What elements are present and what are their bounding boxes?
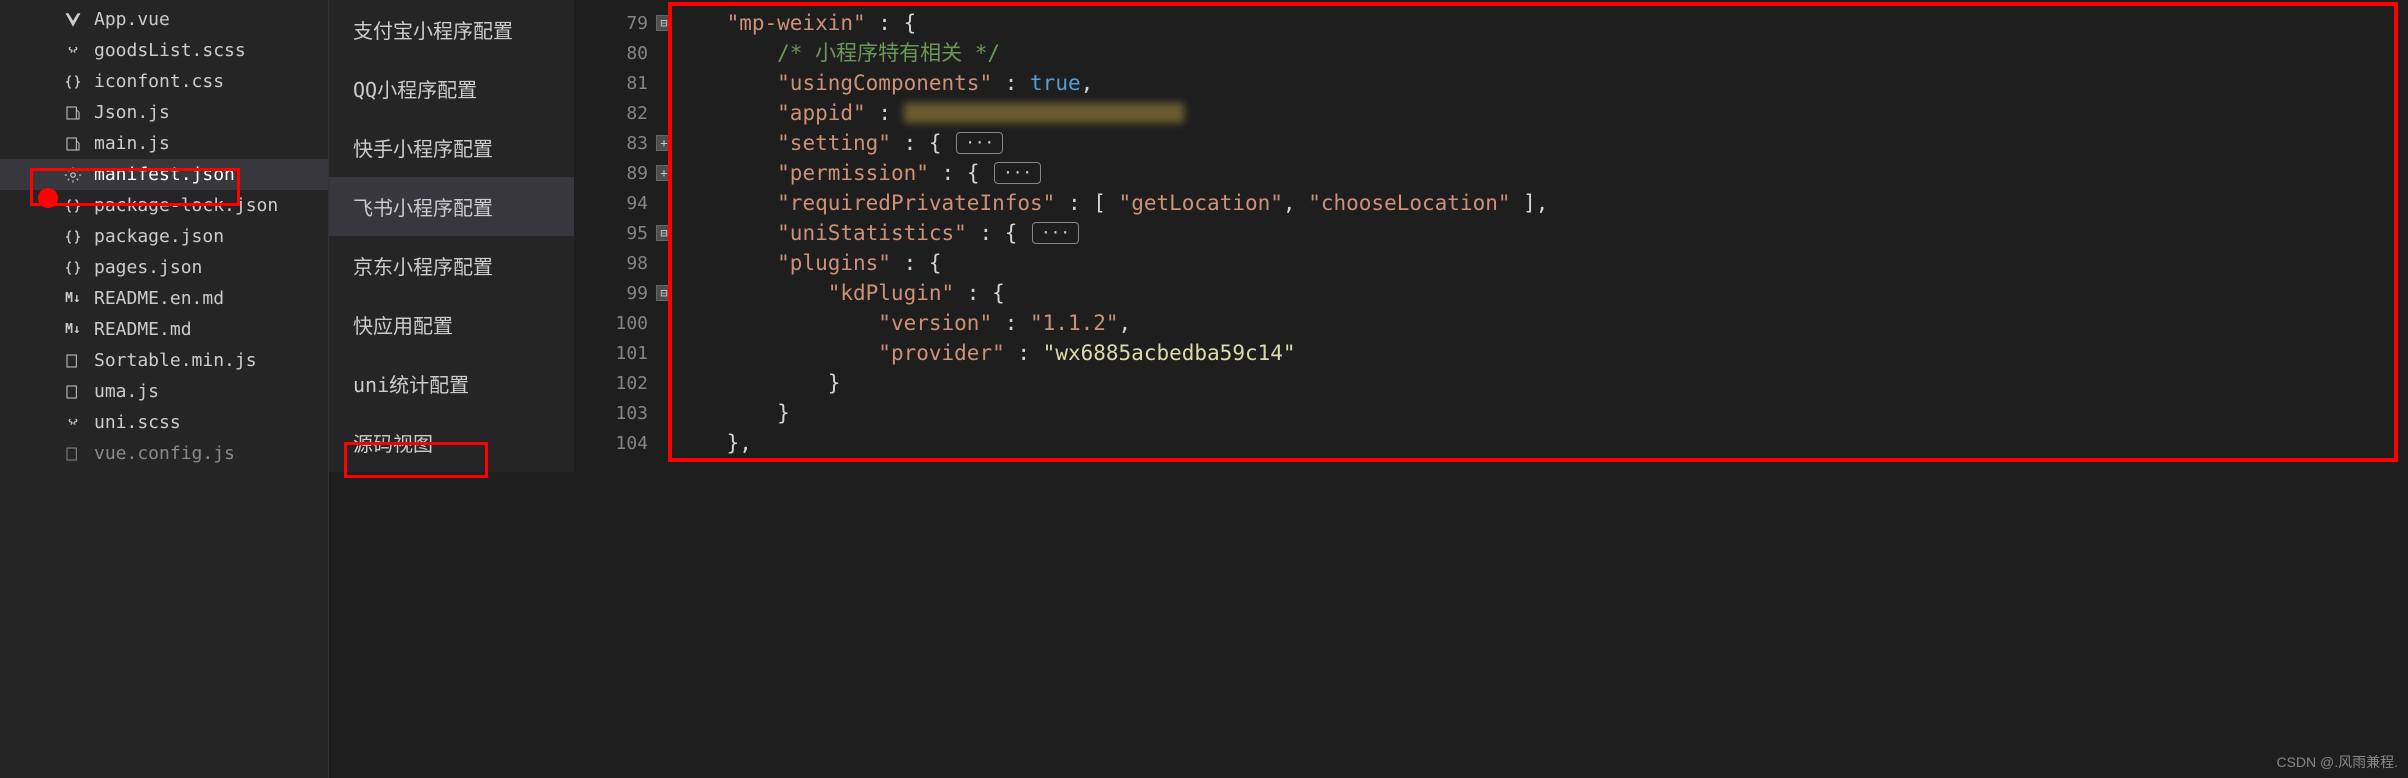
file-label: vue.config.js <box>94 443 235 464</box>
file-label: App.vue <box>94 9 170 30</box>
js-icon <box>62 133 84 155</box>
annotation-box <box>30 168 240 206</box>
file-label: README.en.md <box>94 288 224 309</box>
js-icon <box>62 350 84 372</box>
file-item-app-vue[interactable]: App.vue <box>0 4 328 35</box>
config-feishu[interactable]: 飞书小程序配置 <box>329 177 574 236</box>
annotation-dot <box>38 188 58 208</box>
file-item-iconfont[interactable]: iconfont.css <box>0 66 328 97</box>
vue-icon <box>62 9 84 31</box>
config-unistat[interactable]: uni统计配置 <box>329 354 574 413</box>
watermark: CSDN @.风雨兼程. <box>2276 752 2398 772</box>
js-icon <box>62 102 84 124</box>
file-label: package.json <box>94 226 224 247</box>
file-label: main.js <box>94 133 170 154</box>
md-icon: M↓ <box>62 319 84 341</box>
file-item-readme-en[interactable]: M↓ README.en.md <box>0 283 328 314</box>
line-gutter: 79⊟ 80 81 82 83+ 89+ 94 95⊟ 98 99⊟ 100 1… <box>574 0 676 778</box>
file-item-vue-config[interactable]: vue.config.js <box>0 438 328 469</box>
config-quickapp[interactable]: 快应用配置 <box>329 295 574 354</box>
js-icon <box>62 443 84 465</box>
file-item-readme[interactable]: M↓ README.md <box>0 314 328 345</box>
file-label: README.md <box>94 319 192 340</box>
file-label: Json.js <box>94 102 170 123</box>
file-item-json-js[interactable]: Json.js <box>0 97 328 128</box>
file-item-sortable[interactable]: Sortable.min.js <box>0 345 328 376</box>
file-label: uma.js <box>94 381 159 402</box>
json-icon <box>62 226 84 248</box>
file-explorer: App.vue goodsList.scss iconfont.css Json… <box>0 0 328 778</box>
config-alipay[interactable]: 支付宝小程序配置 <box>329 0 574 59</box>
config-panel: 支付宝小程序配置 QQ小程序配置 快手小程序配置 飞书小程序配置 京东小程序配置… <box>328 0 574 778</box>
code-editor[interactable]: 79⊟ 80 81 82 83+ 89+ 94 95⊟ 98 99⊟ 100 1… <box>574 0 2408 778</box>
json-icon <box>62 257 84 279</box>
file-item-goodslist[interactable]: goodsList.scss <box>0 35 328 66</box>
scss-icon <box>62 40 84 62</box>
annotation-box <box>668 2 2398 462</box>
config-qq[interactable]: QQ小程序配置 <box>329 59 574 118</box>
file-label: goodsList.scss <box>94 40 246 61</box>
scss-icon <box>62 412 84 434</box>
file-label: uni.scss <box>94 412 181 433</box>
file-item-package[interactable]: package.json <box>0 221 328 252</box>
file-label: Sortable.min.js <box>94 350 257 371</box>
file-item-main-js[interactable]: main.js <box>0 128 328 159</box>
annotation-box <box>344 442 488 478</box>
file-label: iconfont.css <box>94 71 224 92</box>
file-label: pages.json <box>94 257 202 278</box>
file-item-uni-scss[interactable]: uni.scss <box>0 407 328 438</box>
file-item-pages[interactable]: pages.json <box>0 252 328 283</box>
file-item-uma[interactable]: uma.js <box>0 376 328 407</box>
config-jd[interactable]: 京东小程序配置 <box>329 236 574 295</box>
md-icon: M↓ <box>62 288 84 310</box>
js-icon <box>62 381 84 403</box>
config-kuaishou[interactable]: 快手小程序配置 <box>329 118 574 177</box>
css-icon <box>62 71 84 93</box>
